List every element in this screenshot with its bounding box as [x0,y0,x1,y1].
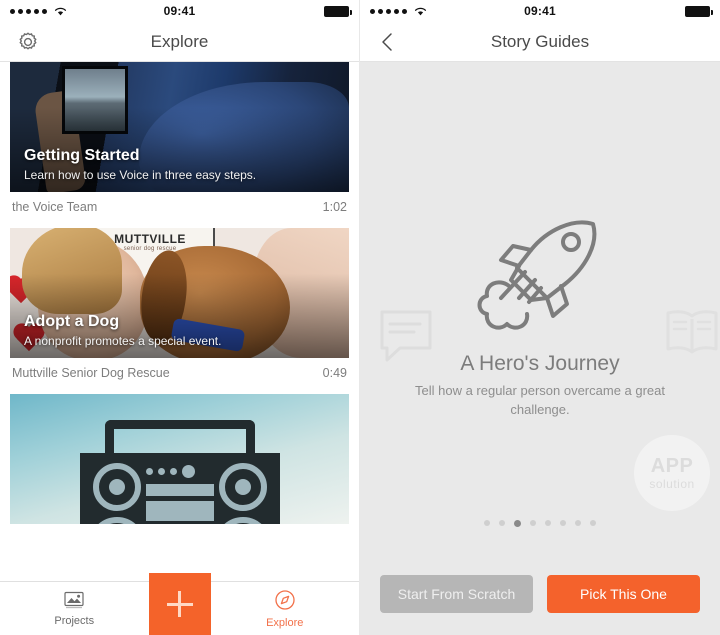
story-guides-navbar: Story Guides [360,22,720,62]
add-button[interactable] [148,573,211,635]
card-subtitle: Learn how to use Voice in three easy ste… [24,168,257,182]
list-item[interactable]: MUTTVILLE senior dog rescue [10,228,349,380]
status-bar-time: 09:41 [524,4,556,18]
status-bar-right-group [324,5,352,17]
status-bar-time: 09:41 [163,4,196,18]
photo-stack-icon [63,591,85,612]
watermark-line1: APP [650,454,694,477]
pager-dot[interactable] [499,520,505,526]
guide-actions: Start From Scratch Pick This One [380,575,700,613]
bottom-tabbar: Projects Explore [0,573,360,635]
start-from-scratch-button[interactable]: Start From Scratch [380,575,533,613]
card-author: Muttville Senior Dog Rescue [12,366,170,380]
card-meta: Muttville Senior Dog Rescue 0:49 [10,358,349,380]
boombox-illustration-photo [10,394,349,524]
card-caption: Adopt a Dog A nonprofit promotes a speci… [24,313,335,348]
explore-feed[interactable]: Getting Started Learn how to use Voice i… [0,62,359,581]
explore-navbar: Explore [0,22,359,62]
card-author: the Voice Team [12,200,98,214]
card-title: Adopt a Dog [24,312,120,330]
story-guides-screen: 09:41 Story Guides A Hero's Journey Tell… [360,0,720,635]
pager-dot[interactable] [575,520,581,526]
pager-dot[interactable] [590,520,596,526]
battery-full-icon [685,5,713,17]
card-thumbnail[interactable]: MUTTVILLE senior dog rescue [10,228,349,358]
explore-screen: 09:41 Explore Getting Started Learn how … [0,0,360,635]
status-bar-right-group [685,5,713,17]
tab-projects[interactable]: Projects [0,582,149,635]
plus-icon [166,591,193,617]
appsolution-watermark: APP solution [634,435,710,511]
pager-dot[interactable] [545,520,551,526]
tab-explore-label: Explore [266,616,304,629]
dual-phone-screenshot: 09:41 Explore Getting Started Learn how … [0,0,720,635]
tab-explore[interactable]: Explore [211,582,360,635]
guide-title: A Hero's Journey [460,352,620,375]
pager-dot[interactable] [484,520,490,526]
card-thumbnail[interactable] [10,394,349,524]
card-subtitle: A nonprofit promotes a special event. [24,334,222,348]
chevron-left-icon[interactable] [376,30,400,54]
pager-dot[interactable] [560,520,566,526]
rocket-icon [475,212,605,347]
card-duration: 1:02 [322,200,347,214]
list-item[interactable] [10,394,349,524]
compass-icon [274,589,296,614]
status-bar-left: 09:41 [0,0,359,22]
card-meta: the Voice Team 1:02 [10,192,349,214]
card-duration: 0:49 [322,366,347,380]
card-caption: Getting Started Learn how to use Voice i… [24,147,335,182]
page-title: Explore [150,31,209,51]
pick-this-one-button[interactable]: Pick This One [547,575,700,613]
status-bar-right: 09:41 [360,0,720,22]
pager-dot[interactable] [530,520,536,526]
list-item[interactable]: Getting Started Learn how to use Voice i… [10,62,349,214]
pager-dot-active[interactable] [514,520,521,527]
card-thumbnail[interactable]: Getting Started Learn how to use Voice i… [10,62,349,192]
pager-dots[interactable] [360,520,720,527]
gear-icon[interactable] [16,30,40,54]
page-title: Story Guides [490,31,590,51]
card-title: Getting Started [24,146,140,164]
explore-navbar-left [0,30,40,54]
battery-full-icon [324,5,352,17]
guide-carousel[interactable]: A Hero's Journey Tell how a regular pers… [360,62,720,635]
watermark-line2: solution [649,476,695,491]
story-guides-navbar-left [360,30,400,54]
guide-description: Tell how a regular person overcame a gre… [414,383,666,417]
tab-projects-label: Projects [54,614,95,627]
